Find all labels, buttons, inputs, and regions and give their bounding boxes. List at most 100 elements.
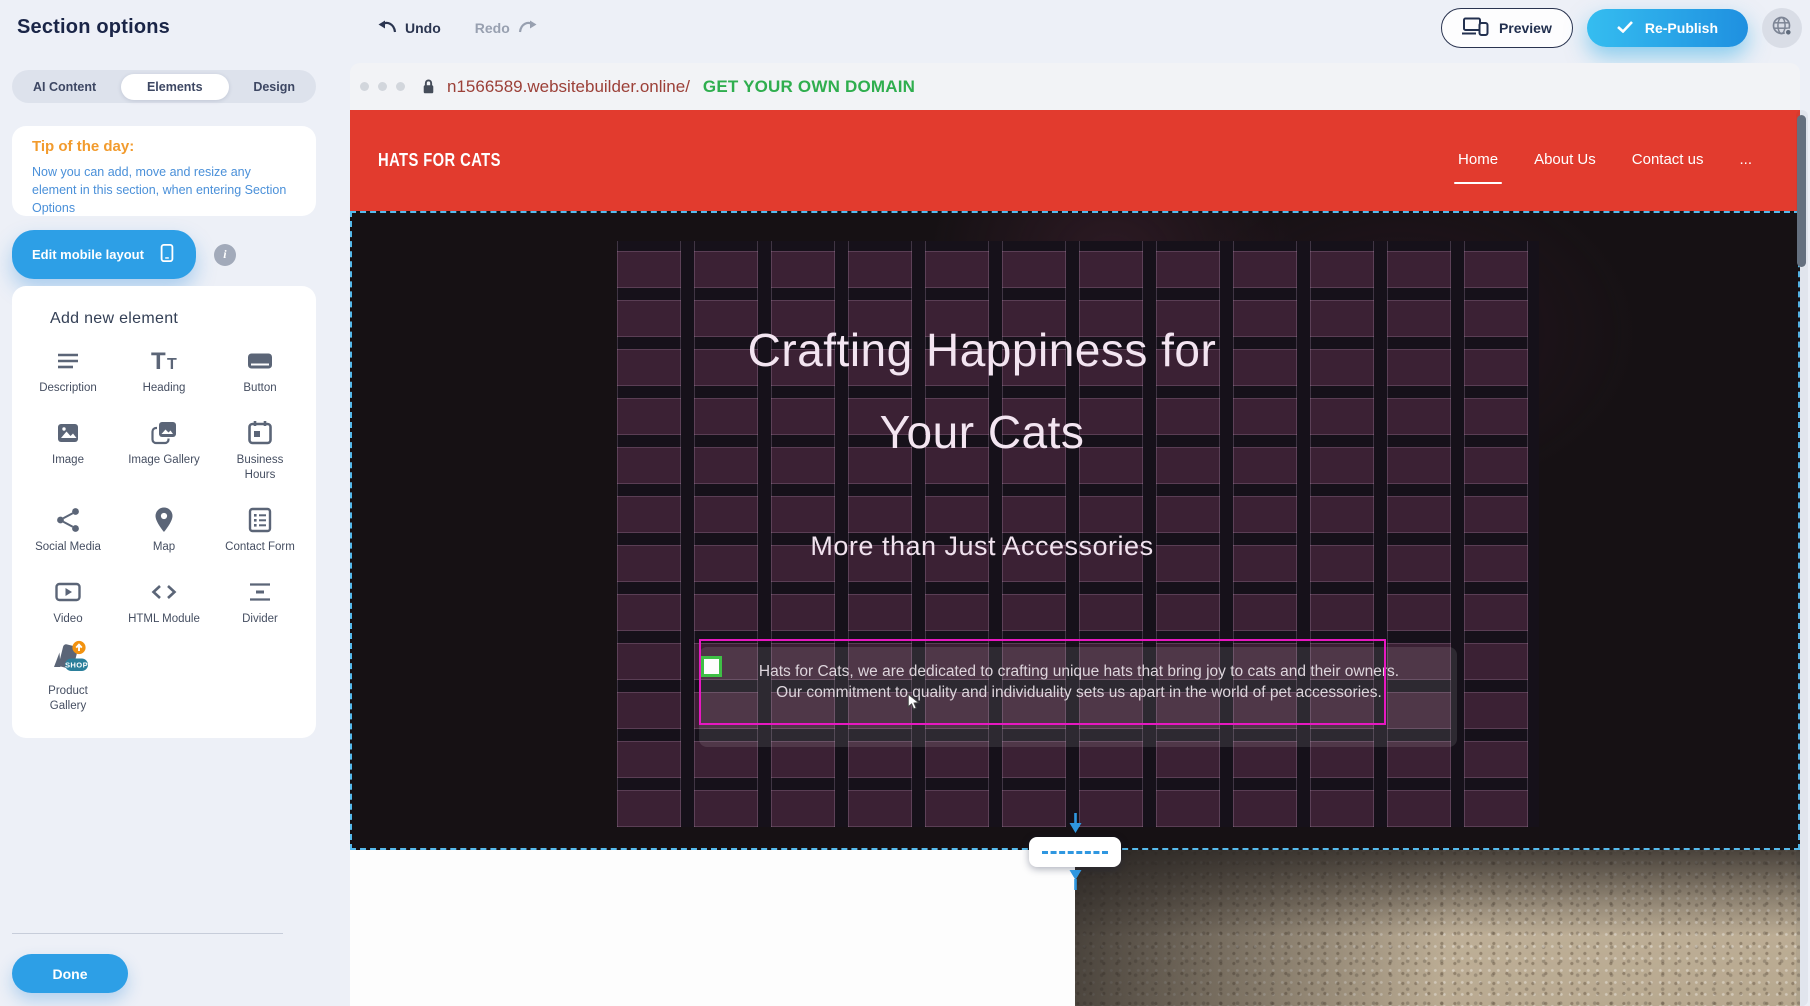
site-url[interactable]: n1566589.websitebuilder.online/ (447, 77, 690, 97)
element-item-image[interactable]: Image (20, 418, 116, 483)
element-item-label: Button (243, 381, 276, 396)
product-gallery-icon: SHOP (45, 649, 91, 679)
element-item-label: Description (39, 381, 97, 396)
hero-body-text[interactable]: Hats for Cats, we are dedicated to craft… (712, 661, 1446, 703)
website-builder-app: Section options AI Content Elements Desi… (0, 0, 1810, 1006)
element-item-product-gallery[interactable]: SHOP Product Gallery (20, 649, 116, 714)
element-item-label: Heading (143, 381, 186, 396)
element-item-label: Contact Form (225, 540, 295, 555)
image-icon (53, 418, 83, 448)
selection-resize-handle[interactable] (701, 656, 722, 677)
svg-text:T: T (151, 348, 166, 375)
element-item-label: Image Gallery (128, 453, 200, 468)
hero-title[interactable]: Crafting Happiness for Your Cats (352, 309, 1612, 473)
element-item-html-module[interactable]: HTML Module (116, 577, 212, 627)
add-new-element-card: Add new element Description TT Heading Butt… (12, 286, 316, 738)
panel-divider (12, 933, 283, 934)
tip-title: Tip of the day: (32, 138, 296, 155)
globe-icon (1770, 14, 1794, 41)
hero-subtitle[interactable]: More than Just Accessories (352, 531, 1612, 562)
tab-design[interactable]: Design (235, 74, 313, 100)
edit-mobile-layout-label: Edit mobile layout (32, 247, 144, 262)
element-item-label: HTML Module (128, 612, 200, 627)
resize-handle-dashes (1042, 851, 1108, 854)
edit-mobile-row: Edit mobile layout i (12, 230, 236, 279)
check-icon (1617, 20, 1633, 36)
hero-section-selected[interactable]: Crafting Happiness for Your Cats More th… (350, 211, 1800, 850)
html-module-icon (149, 577, 179, 607)
republish-button[interactable]: Re-Publish (1587, 9, 1748, 47)
element-item-heading[interactable]: TT Heading (116, 346, 212, 396)
tip-of-the-day-card: Tip of the day: Now you can add, move an… (12, 126, 316, 216)
hero-body-line2: Our commitment to quality and individual… (712, 682, 1446, 703)
redo-button[interactable]: Redo (475, 20, 537, 36)
ground-photo (1075, 850, 1800, 1006)
button-icon (245, 346, 275, 376)
social-media-icon (53, 505, 83, 535)
element-item-button[interactable]: Button (212, 346, 308, 396)
mouse-cursor-icon (907, 693, 920, 717)
scrollbar-thumb[interactable] (1797, 115, 1806, 267)
nav-item-aboutus[interactable]: About Us (1534, 151, 1596, 170)
element-item-divider[interactable]: Divider (212, 577, 308, 627)
element-item-label: Image (52, 453, 84, 468)
undo-button[interactable]: Undo (378, 20, 441, 36)
site-header: HATS FOR CATS Home About Us Contact us... (350, 110, 1800, 211)
browser-chrome: n1566589.websitebuilder.online/ GET YOUR… (350, 63, 1800, 110)
nav-item-home[interactable]: Home (1458, 151, 1498, 170)
element-item-description[interactable]: Description (20, 346, 116, 396)
editor-topbar: Undo Redo Preview Re-Publish (330, 0, 1810, 55)
image-gallery-icon (149, 418, 179, 448)
site-preview: n1566589.websitebuilder.online/ GET YOUR… (350, 63, 1800, 1006)
element-grid: Description TT Heading Button Image Image Gal… (20, 346, 308, 714)
element-item-label: Divider (242, 612, 278, 627)
lock-icon (421, 78, 436, 95)
hero-title-line2: Your Cats (352, 391, 1612, 473)
get-your-own-domain-link[interactable]: GET YOUR OWN DOMAIN (703, 77, 915, 97)
tab-ai-content[interactable]: AI Content (15, 74, 114, 100)
site-logo: HATS FOR CATS (378, 150, 501, 171)
redo-icon (518, 20, 537, 36)
nav-item-contactus[interactable]: Contact us (1632, 151, 1704, 170)
hero-title-line1: Crafting Happiness for (352, 309, 1612, 391)
preview-label: Preview (1499, 20, 1552, 36)
nav-item-more[interactable]: ... (1739, 151, 1752, 170)
redo-label: Redo (475, 20, 510, 36)
element-item-label: Business Hours (224, 453, 296, 483)
done-button[interactable]: Done (12, 954, 128, 993)
undo-label: Undo (405, 20, 441, 36)
language-globe-button[interactable] (1762, 8, 1802, 48)
undo-redo-group: Undo Redo (378, 20, 537, 36)
tip-body: Now you can add, move and resize any ele… (32, 163, 296, 217)
section-options-panel: Section options AI Content Elements Desi… (0, 0, 330, 1006)
panel-tabs: AI Content Elements Design (12, 70, 316, 103)
resize-arrow-down-icon (1069, 813, 1082, 839)
undo-icon (378, 20, 397, 36)
site-nav: Home About Us Contact us... (1458, 151, 1752, 170)
element-item-business-hours[interactable]: Business Hours (212, 418, 308, 483)
map-icon (149, 505, 179, 535)
contact-form-icon (245, 505, 275, 535)
section-resize-handle[interactable] (1029, 837, 1121, 867)
preview-button[interactable]: Preview (1441, 8, 1573, 48)
svg-text:SHOP: SHOP (65, 660, 88, 669)
video-icon (53, 577, 83, 607)
window-dots (360, 82, 405, 91)
element-item-social-media[interactable]: Social Media (20, 505, 116, 555)
topbar-actions: Preview Re-Publish (1441, 8, 1802, 48)
element-item-video[interactable]: Video (20, 577, 116, 627)
tab-elements[interactable]: Elements (121, 74, 229, 100)
element-item-image-gallery[interactable]: Image Gallery (116, 418, 212, 483)
edit-mobile-layout-button[interactable]: Edit mobile layout (12, 230, 196, 279)
info-icon[interactable]: i (214, 244, 236, 266)
element-item-label: Social Media (35, 540, 101, 555)
hero-body-line1: Hats for Cats, we are dedicated to craft… (712, 661, 1446, 682)
element-item-map[interactable]: Map (116, 505, 212, 555)
devices-icon (1462, 17, 1489, 39)
add-new-element-title: Add new element (50, 310, 308, 328)
element-item-contact-form[interactable]: Contact Form (212, 505, 308, 555)
element-item-label: Product Gallery (32, 684, 104, 714)
divider-icon (245, 577, 275, 607)
svg-text:T: T (167, 356, 177, 373)
page-title: Section options (17, 16, 170, 39)
